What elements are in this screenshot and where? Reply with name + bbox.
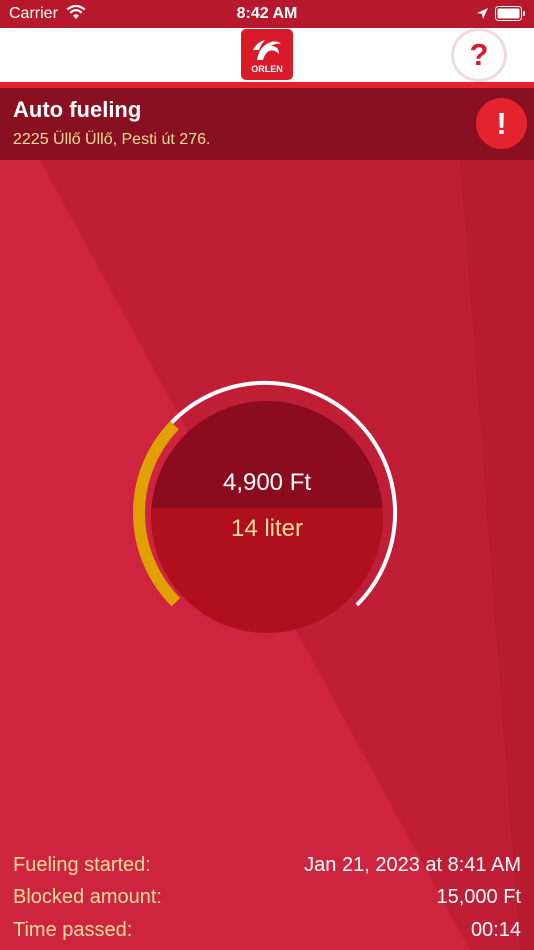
battery-icon [495, 6, 525, 21]
page-header: Auto fueling 2225 Üllő Üllő, Pesti út 27… [0, 88, 534, 160]
fuel-liters: 14 liter [230, 515, 304, 542]
station-address: 2225 Üllő Üllő, Pesti út 276. [13, 131, 211, 148]
info-value: Jan 21, 2023 at 8:41 AM [304, 854, 521, 876]
info-label: Time passed: [13, 919, 133, 941]
alert-button[interactable]: ! [476, 98, 527, 149]
info-label: Fueling started: [13, 854, 151, 876]
nav-bar: ORLEN ? [0, 28, 534, 82]
info-value: 00:14 [470, 919, 521, 941]
location-arrow-icon [477, 8, 488, 19]
info-row-time-passed: Time passed: 00:14 [13, 919, 521, 949]
info-value: 15,000 Ft [436, 886, 521, 908]
info-label: Blocked amount: [13, 886, 162, 908]
eagle-logo-icon [253, 40, 281, 60]
info-row-fueling-started: Fueling started: Jan 21, 2023 at 8:41 AM [13, 854, 521, 884]
logo-text: ORLEN [251, 64, 283, 74]
status-time: 8:42 AM [236, 5, 298, 22]
status-bar: Carrier 8:42 AM [0, 0, 534, 28]
page-title: Auto fueling [13, 97, 142, 122]
info-row-blocked-amount: Blocked amount: 15,000 Ft [13, 886, 521, 916]
help-button[interactable]: ? [451, 28, 507, 82]
orlen-logo: ORLEN [241, 29, 293, 80]
fuel-amount: 4,900 Ft [222, 469, 312, 496]
